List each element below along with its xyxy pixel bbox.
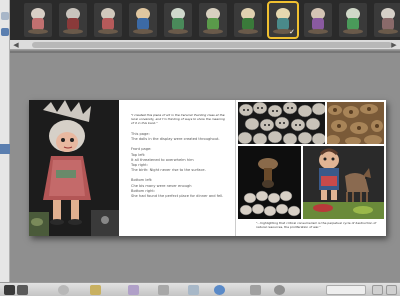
thumbnail-figure-base (378, 29, 398, 34)
page-nav-control[interactable] (326, 285, 366, 295)
photo-texture[interactable] (327, 102, 384, 144)
filmstrip-thumbnail[interactable]: ✓ (267, 1, 299, 39)
collage-caption: "...highlighting that critical consumeri… (256, 221, 377, 229)
paragraph-1: This page: The dolls in the display were… (131, 132, 220, 142)
previous-page-button[interactable] (386, 285, 397, 295)
filmstrip-thumbnail[interactable] (199, 3, 227, 37)
filmstrip-thumbnail[interactable] (374, 3, 400, 37)
ruler (10, 51, 400, 53)
paragraph-3: Bottom left: Che bis many were never eno… (131, 178, 224, 199)
filmstrip-thumbnail[interactable] (59, 3, 87, 37)
page-text[interactable]: "I created this piece of art in the Cera… (119, 100, 236, 236)
texture-photo (327, 102, 384, 144)
thumbnail-figure-base (203, 29, 223, 34)
filmstrip-thumbnail[interactable] (94, 3, 122, 37)
filmstrip-thumbnail[interactable] (234, 3, 262, 37)
scroll-left-icon[interactable]: ◀ (12, 41, 20, 49)
next-page-button[interactable] (372, 285, 383, 295)
thumbnail-figure-base (168, 29, 188, 34)
book-spread[interactable]: "I created this piece of art in the Cera… (29, 100, 386, 236)
play-icon[interactable] (58, 285, 69, 295)
layout-icon[interactable] (128, 285, 139, 295)
filmstrip-scrollbar[interactable]: ◀ ▶ (10, 40, 400, 50)
filmstrip-thumbnail[interactable] (129, 3, 157, 37)
filmstrip-thumbnail[interactable] (304, 3, 332, 37)
filmstrip-thumbnail[interactable] (339, 3, 367, 37)
scroll-thumb[interactable] (32, 42, 392, 48)
doll-photo (29, 100, 119, 236)
photo-icon[interactable] (1, 12, 9, 20)
settings-icon[interactable] (250, 285, 261, 295)
spread-view-icon[interactable] (17, 285, 28, 295)
checkmark-icon: ✓ (289, 28, 295, 36)
thumbnail-figure-base (133, 29, 153, 34)
thumbnail-figure-base (98, 29, 118, 34)
faces-photo (238, 102, 325, 144)
filmstrip-thumbnail[interactable] (24, 3, 52, 37)
book-icon[interactable] (1, 28, 9, 36)
side-strip (0, 0, 10, 296)
thumbnail-figure-base (63, 29, 83, 34)
page-left-photo[interactable] (29, 100, 119, 236)
rotate-icon[interactable] (188, 285, 199, 295)
thumbnail-figure-base (238, 29, 258, 34)
share-icon[interactable] (274, 285, 285, 295)
photo-doll-cat[interactable] (303, 146, 384, 219)
scroll-right-icon[interactable]: ▶ (390, 41, 398, 49)
figure-photo (238, 146, 301, 219)
publish-icon[interactable] (214, 285, 225, 295)
thumbnail-figure-base (28, 29, 48, 34)
filmstrip-thumbnail[interactable] (164, 3, 192, 37)
photo-filmstrip: ✓ (10, 0, 400, 40)
bottom-toolbar (0, 282, 400, 296)
intro-quote: "I created this piece of art in the Cera… (131, 113, 225, 125)
photo-faces[interactable] (238, 102, 325, 144)
photo-figure[interactable] (238, 146, 301, 219)
thumbnail-figure-base (308, 29, 328, 34)
sidebar-selection[interactable] (0, 144, 10, 154)
doll-cat-photo (303, 146, 384, 219)
grid-view-icon[interactable] (4, 285, 15, 295)
page-right-collage[interactable]: "...highlighting that critical consumeri… (236, 100, 386, 236)
paragraph-2: Front page: Top left: It all threatened … (131, 147, 206, 173)
theme-icon[interactable] (90, 285, 101, 295)
thumbnail-figure-base (343, 29, 363, 34)
edit-icon[interactable] (158, 285, 169, 295)
